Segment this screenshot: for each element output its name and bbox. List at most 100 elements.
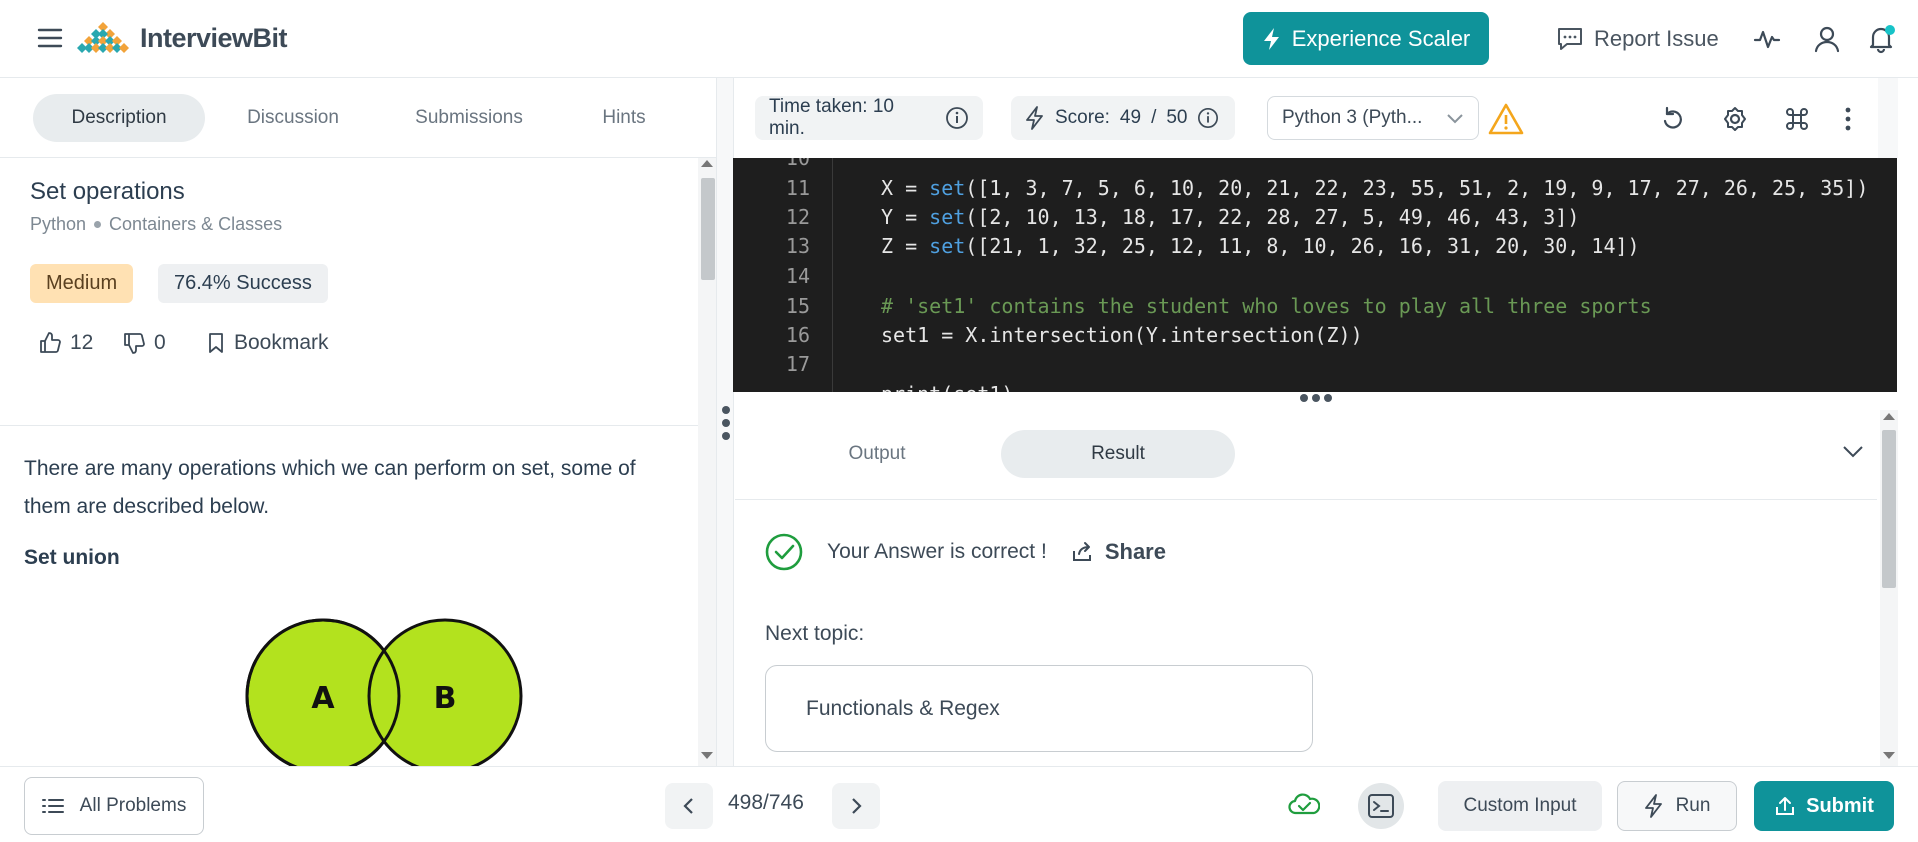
breadcrumb-topic[interactable]: Containers & Classes [109, 214, 282, 235]
code-line-partial: print(set1) [881, 382, 1013, 392]
scroll-up-arrow-icon[interactable] [701, 160, 713, 167]
breadcrumb-python[interactable]: Python [30, 214, 86, 235]
line-number: 16 [785, 323, 810, 347]
result-status: Your Answer is correct ! Share [765, 532, 1166, 572]
scroll-down-arrow-icon[interactable] [1883, 752, 1895, 759]
info-icon[interactable] [945, 106, 969, 130]
all-problems-button[interactable]: All Problems [24, 777, 204, 835]
next-topic-button[interactable]: Functionals & Regex [765, 665, 1313, 752]
chat-alert-icon [1558, 28, 1582, 50]
venn-diagram: A B [244, 614, 534, 766]
bookmark-label: Bookmark [234, 331, 329, 354]
breadcrumb: Python Containers & Classes [30, 214, 282, 235]
warning-icon[interactable] [1488, 102, 1524, 136]
score-value: 49 [1119, 107, 1142, 128]
top-bar: InterviewBit Experience Scaler Report Is… [0, 0, 1918, 78]
score-chip: Score: 49 / 50 [1011, 96, 1235, 140]
bookmark-icon [209, 333, 223, 353]
share-icon [1072, 542, 1091, 561]
result-scrollbar-thumb[interactable] [1882, 430, 1896, 588]
language-select[interactable]: Python 3 (Pyth... [1267, 96, 1479, 140]
chevron-right-icon [852, 798, 862, 814]
like-count: 12 [70, 331, 94, 354]
tab-hints[interactable]: Hints [564, 94, 684, 142]
tab-output[interactable]: Output [800, 430, 954, 478]
submit-button[interactable]: Submit [1754, 781, 1894, 831]
next-problem-button[interactable] [832, 783, 880, 829]
experience-scaler-button[interactable]: Experience Scaler [1243, 12, 1489, 65]
divider [0, 425, 698, 426]
interviewbit-logo[interactable]: InterviewBit [74, 16, 288, 60]
result-message: Your Answer is correct ! [827, 540, 1047, 563]
bookmark-button[interactable]: Bookmark [206, 328, 329, 358]
difficulty-badge: Medium [30, 264, 134, 303]
command-icon[interactable] [1782, 104, 1812, 134]
editor-gutter-right [1878, 78, 1898, 158]
scroll-up-arrow-icon[interactable] [1883, 413, 1895, 420]
menu-icon[interactable] [36, 24, 64, 52]
run-button[interactable]: Run [1617, 781, 1737, 831]
upload-icon [1776, 797, 1795, 815]
score-max: 50 [1166, 107, 1188, 128]
activity-icon[interactable] [1752, 24, 1782, 54]
logo-text: InterviewBit [140, 22, 288, 53]
run-label: Run [1675, 795, 1711, 816]
vertical-resize-handle[interactable] [720, 404, 732, 442]
language-selected: Python 3 (Pyth... [1282, 107, 1423, 128]
share-button[interactable]: Share [1071, 539, 1166, 565]
scroll-down-arrow-icon[interactable] [701, 752, 713, 759]
custom-input-button[interactable]: Custom Input [1438, 781, 1602, 831]
experience-scaler-label: Experience Scaler [1291, 25, 1471, 51]
code-line: Y = set([2, 10, 13, 18, 17, 22, 28, 27, … [881, 205, 1580, 229]
tab-discussion[interactable]: Discussion [222, 94, 364, 142]
problem-pager: 498/746 [728, 791, 804, 814]
more-options-icon[interactable] [1834, 104, 1862, 134]
list-icon [41, 799, 64, 813]
console-toggle-button[interactable] [1358, 783, 1404, 829]
tab-submissions[interactable]: Submissions [398, 94, 540, 142]
time-taken-text: Time taken: 10 min. [769, 96, 894, 139]
line-number: 10 [785, 158, 810, 170]
tab-result[interactable]: Result [1001, 430, 1235, 478]
info-icon[interactable] [1197, 107, 1219, 129]
time-taken-chip: Time taken: 10 min. [755, 96, 983, 140]
cloud-saved-icon [1288, 791, 1320, 819]
code-editor[interactable]: 10 11 12 13 14 15 16 17 X = set([1, 3, 7… [733, 158, 1897, 392]
code-line: X = set([1, 3, 7, 5, 6, 10, 20, 21, 22, … [881, 176, 1869, 200]
user-icon[interactable] [1812, 24, 1842, 54]
collapse-chevron-icon[interactable] [1842, 444, 1864, 458]
lightning-icon [1644, 794, 1662, 818]
tab-description[interactable]: Description [33, 94, 205, 142]
chevron-left-icon [683, 798, 693, 814]
score-label: Score: [1055, 107, 1110, 128]
line-number: 11 [785, 176, 810, 200]
terminal-icon [1368, 794, 1394, 818]
code-line: set1 = X.intersection(Y.intersection(Z)) [881, 323, 1363, 347]
breadcrumb-separator [94, 221, 102, 228]
line-number: 12 [785, 205, 810, 229]
like-button[interactable]: 12 [38, 328, 93, 358]
horizontal-resize-handle[interactable] [1298, 392, 1334, 404]
bell-icon[interactable] [1866, 24, 1896, 54]
previous-problem-button[interactable] [665, 783, 713, 829]
next-topic-label: Next topic: [765, 622, 865, 645]
description-scrollbar-thumb[interactable] [701, 178, 715, 280]
line-number: 14 [785, 264, 810, 288]
share-label: Share [1104, 539, 1166, 564]
settings-icon[interactable] [1720, 104, 1750, 134]
dislike-button[interactable]: 0 [122, 328, 166, 358]
all-problems-label: All Problems [79, 795, 187, 816]
venn-label-a: A [311, 681, 335, 716]
success-rate-badge: 76.4% Success [158, 264, 328, 303]
line-number: 13 [785, 234, 810, 258]
venn-label-b: B [434, 681, 457, 716]
bottom-bar: All Problems 498/746 Custom Input Run Su… [0, 766, 1918, 842]
reset-icon[interactable] [1658, 104, 1688, 134]
code-line: Z = set([21, 1, 32, 25, 12, 11, 8, 10, 2… [881, 234, 1640, 258]
problem-title: Set operations [30, 178, 185, 205]
lightning-icon [1026, 106, 1043, 130]
report-issue-button[interactable]: Report Issue [1556, 22, 1719, 56]
code-comment: # 'set1' contains the student who loves … [881, 294, 1652, 318]
submit-label: Submit [1806, 794, 1874, 817]
line-number: 17 [785, 352, 810, 376]
